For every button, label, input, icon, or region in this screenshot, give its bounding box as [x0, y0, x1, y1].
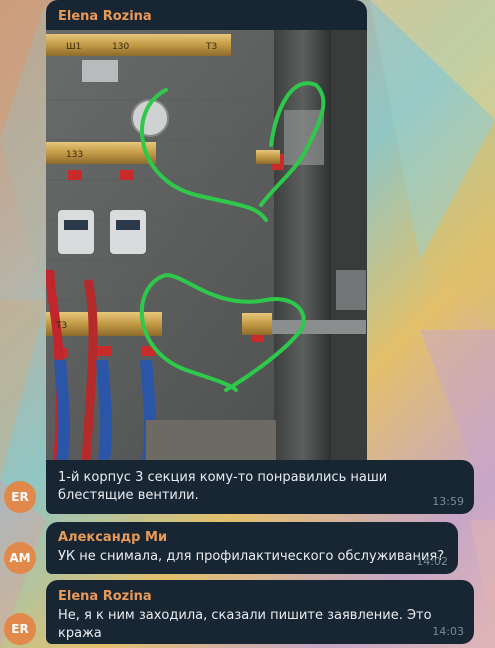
pipe-label: 133 — [66, 150, 83, 160]
pipe-label: 130 — [112, 42, 129, 52]
message-text: 1-й корпус 3 секция кому-то понравились … — [58, 470, 388, 503]
sender-name[interactable]: Elena Rozina — [58, 9, 152, 24]
avatar[interactable]: ER — [4, 481, 36, 513]
pipes-photo: Ш1 130 Т3 133 Т3 — [46, 30, 367, 460]
message-photo[interactable]: Ш1 130 Т3 133 Т3 — [46, 30, 367, 460]
message-bubble[interactable]: Александр Ми УК не снимала, для профилак… — [46, 522, 458, 574]
sender-name[interactable]: Elena Rozina — [58, 589, 152, 604]
avatar[interactable]: AM — [4, 542, 36, 574]
message-bubble[interactable]: Elena Rozina Не, я к ним заходила, сказа… — [46, 580, 474, 644]
message-text: Не, я к ним заходила, сказали пишите зая… — [58, 608, 432, 641]
pipe-label: Ш1 — [66, 42, 81, 52]
sender-name[interactable]: Александр Ми — [58, 530, 167, 545]
pipe-label: Т3 — [55, 321, 67, 331]
message-text: УК не снимала, для профилактического обс… — [58, 549, 445, 564]
pipe-label: Т3 — [205, 42, 217, 52]
avatar[interactable]: ER — [4, 613, 36, 645]
message-time: 14:03 — [432, 625, 464, 638]
message-bubble-caption[interactable]: 1-й корпус 3 секция кому-то понравились … — [46, 460, 474, 514]
message-time: 13:59 — [432, 495, 464, 508]
message-time: 14:02 — [416, 555, 448, 568]
